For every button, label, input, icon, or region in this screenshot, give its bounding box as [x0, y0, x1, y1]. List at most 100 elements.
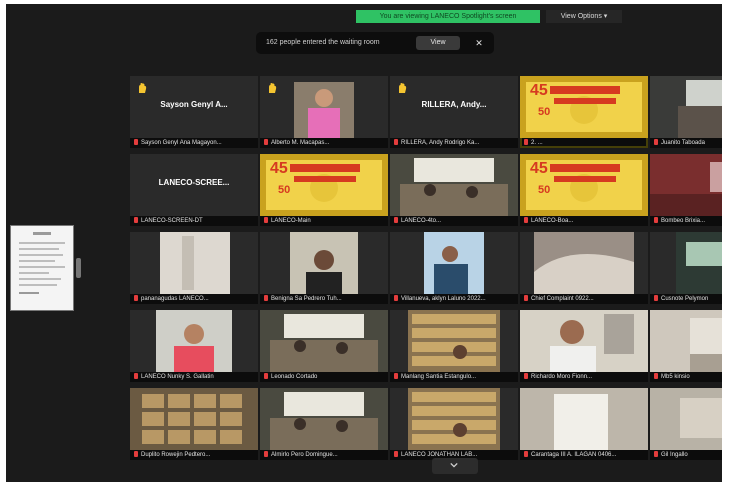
participant-video — [156, 310, 232, 372]
muted-mic-icon — [264, 373, 268, 379]
participant-video — [260, 76, 388, 138]
participant-nameplate: Mb5 kinsio — [650, 372, 722, 382]
participant-tile[interactable]: Almirlo Pero Domingue... — [260, 388, 388, 460]
participant-tile[interactable]: Richardo Moro Fionn... — [520, 310, 648, 382]
video-grid: Sayson Genyl A... Sayson Genyl Ana Magayo… — [130, 76, 722, 462]
muted-mic-icon — [264, 217, 268, 223]
participant-nameplate: Almirlo Pero Domingue... — [260, 450, 388, 460]
participant-video — [260, 310, 388, 372]
participant-nameplate: Richardo Moro Fionn... — [520, 372, 648, 382]
banner-year: 45 — [530, 160, 548, 177]
participant-tile[interactable]: pananagudas LANECO... — [130, 232, 258, 304]
participant-nameplate: pananagudas LANECO... — [130, 294, 258, 304]
participant-tile[interactable]: Manlang Santia Estangulo... — [390, 310, 518, 382]
waiting-room-close-button[interactable]: ✕ — [470, 32, 488, 54]
muted-mic-icon — [264, 139, 268, 145]
participant-name: Leonado Cortado — [271, 374, 318, 380]
participant-tile[interactable]: 45 50 2. ... — [520, 76, 648, 148]
participant-tile[interactable]: Duplito Rowejin Pedtero... — [130, 388, 258, 460]
participant-tile[interactable]: LANECO-4to... — [390, 154, 518, 226]
participant-tile[interactable]: Cusnote Pelymon — [650, 232, 722, 304]
participant-nameplate: LANECO-SCREEN-DT — [130, 216, 258, 226]
participant-tile[interactable]: 45 50 LANECO-Main — [260, 154, 388, 226]
show-more-button[interactable] — [432, 458, 478, 474]
muted-mic-icon — [524, 451, 528, 457]
participant-name: Sayson Genyl Ana Magayon... — [141, 140, 222, 146]
participant-tile[interactable]: RILLERA, Andy... RILLERA, Andy Rodrigo Ka… — [390, 76, 518, 148]
muted-mic-icon — [654, 451, 658, 457]
screen-share-banner: You are viewing LANECO Spotlight's scree… — [356, 10, 540, 23]
participant-tile[interactable]: 45 50 LANECO-Boa... — [520, 154, 648, 226]
participant-name: pananagudas LANECO... — [141, 296, 209, 302]
participant-tile[interactable]: Leonado Cortado — [260, 310, 388, 382]
participant-display-name: LANECO-SCREE... — [158, 178, 230, 187]
participant-tile[interactable]: Carantaga III A. ILAGAN 0406... — [520, 388, 648, 460]
participant-video — [534, 232, 634, 294]
participant-tile[interactable]: Bombeo Brixia... — [650, 154, 722, 226]
participant-tile[interactable]: LANECO Nunky S. Gallatin — [130, 310, 258, 382]
participant-nameplate: Bombeo Brixia... — [650, 216, 722, 226]
participant-tile[interactable]: LANECO JONATHAN LAB... — [390, 388, 518, 460]
shared-document-thumbnail[interactable] — [10, 225, 74, 311]
participant-tile[interactable]: Mb5 kinsio — [650, 310, 722, 382]
waiting-room-view-button[interactable]: View — [416, 36, 460, 50]
participant-nameplate: 2. ... — [520, 138, 648, 148]
muted-mic-icon — [394, 451, 398, 457]
participant-name: 2. ... — [531, 140, 543, 146]
raised-hand-icon — [399, 83, 407, 93]
resize-handle[interactable] — [76, 258, 81, 278]
document-line — [19, 266, 65, 268]
participant-name: Bombeo Brixia... — [661, 218, 706, 224]
document-line — [19, 284, 57, 286]
participant-name: Gil Ingallo — [661, 452, 688, 458]
participant-tile[interactable]: Sayson Genyl A... Sayson Genyl Ana Magayo… — [130, 76, 258, 148]
participant-nameplate: Alberto M. Macapas... — [260, 138, 388, 148]
participant-video — [520, 388, 648, 450]
document-line — [19, 278, 61, 280]
participant-nameplate: LANECO-Main — [260, 216, 388, 226]
participant-tile[interactable]: Juanito Taboada — [650, 76, 722, 148]
participant-nameplate: Sayson Genyl Ana Magayon... — [130, 138, 258, 148]
chevron-down-icon — [450, 462, 458, 468]
muted-mic-icon — [654, 373, 658, 379]
participant-nameplate: Chief Complaint 0922... — [520, 294, 648, 304]
banner-subnumber: 50 — [538, 184, 551, 196]
participant-name: Cusnote Pelymon — [661, 296, 709, 302]
participant-name: Alberto M. Macapas... — [271, 140, 330, 146]
muted-mic-icon — [264, 451, 268, 457]
participant-video — [676, 232, 722, 294]
participant-tile[interactable]: Gil Ingallo — [650, 388, 722, 460]
document-line — [19, 260, 55, 262]
participant-name: Almirlo Pero Domingue... — [271, 452, 338, 458]
participant-video — [408, 388, 500, 450]
participant-name: RILLERA, Andy Rodrigo Ka... — [401, 140, 480, 146]
muted-mic-icon — [654, 295, 658, 301]
participant-nameplate: Juanito Taboada — [650, 138, 722, 148]
participant-tile[interactable]: Chief Complaint 0922... — [520, 232, 648, 304]
document-header — [33, 232, 51, 235]
participant-tile[interactable]: Benigna Sa Pedrero Tuh... — [260, 232, 388, 304]
participant-video — [390, 154, 518, 216]
participant-name: Mb5 kinsio — [661, 374, 690, 380]
participant-nameplate: Benigna Sa Pedrero Tuh... — [260, 294, 388, 304]
top-bar: You are viewing LANECO Spotlight's scree… — [6, 4, 722, 28]
participant-name: Benigna Sa Pedrero Tuh... — [271, 296, 342, 302]
participant-nameplate: LANECO-Boa... — [520, 216, 648, 226]
participant-tile[interactable]: Alberto M. Macapas... — [260, 76, 388, 148]
document-line — [19, 254, 63, 256]
document-line — [19, 242, 65, 244]
participant-display-name: RILLERA, Andy... — [421, 100, 487, 109]
muted-mic-icon — [524, 295, 528, 301]
participant-tile[interactable]: Villanueva, aklyn Laluno 2022... — [390, 232, 518, 304]
participant-tile[interactable]: LANECO-SCREE... LANECO-SCREEN-DT — [130, 154, 258, 226]
participant-nameplate: Manlang Santia Estangulo... — [390, 372, 518, 382]
participant-name: Richardo Moro Fionn... — [531, 374, 593, 380]
participant-nameplate: Cusnote Pelymon — [650, 294, 722, 304]
banner-year: 45 — [530, 82, 548, 99]
muted-mic-icon — [134, 373, 138, 379]
view-options-button[interactable]: View Options ▾ — [546, 10, 622, 23]
participant-name: Villanueva, aklyn Laluno 2022... — [401, 296, 486, 302]
muted-mic-icon — [524, 217, 528, 223]
muted-mic-icon — [134, 451, 138, 457]
participant-name: LANECO-4to... — [401, 218, 442, 224]
